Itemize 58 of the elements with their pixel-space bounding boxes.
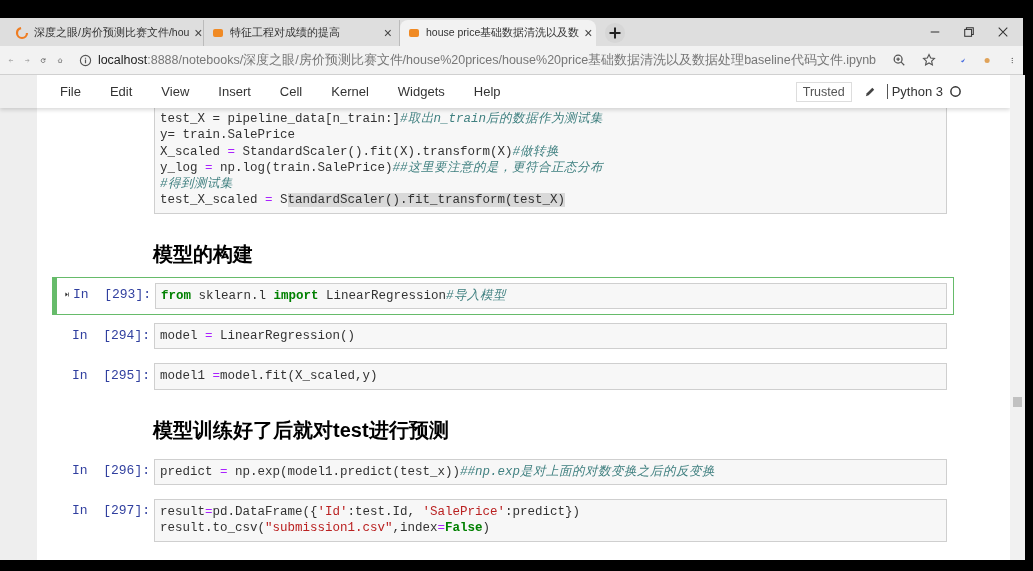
- code-line: test_X_scaled = StandardScaler().fit_transform(test_X): [160, 192, 567, 209]
- code-line: X_scaled = StandardScaler().fit(X).transform(X)#做转换: [160, 143, 561, 160]
- tab-title: 深度之眼/房价预测比赛文件/hou: [34, 26, 190, 40]
- code-line: model1 =model.fit(X_scaled,y): [160, 368, 379, 385]
- menu-item[interactable]: Help: [473, 84, 501, 99]
- code-input[interactable]: predict = np.exp(model1.predict(test_x))##np.exp是对上面的对数变换之后的反变换: [154, 458, 947, 485]
- zoom-icon[interactable]: [892, 53, 907, 67]
- code-input[interactable]: model = LinearRegression(): [154, 323, 947, 350]
- menu-item[interactable]: Widgets: [397, 84, 445, 99]
- menu-item[interactable]: View: [161, 84, 190, 99]
- input-prompt: In [293]:: [73, 287, 151, 303]
- loading-spinner-icon: [15, 26, 29, 40]
- code-cell[interactable]: In [297]: result=pd.DataFrame({'Id':test.Id, 'SalePrice':predict}) result.to_csv("submission1.csv",index=False): [52, 492, 954, 548]
- code-line: result.to_csv("submission1.csv",index=False): [160, 520, 492, 537]
- section-heading: 模型训练好了后就对test进行预测: [151, 417, 450, 443]
- code-line: result=pd.DataFrame({'Id':test.Id, 'SalePrice':predict}): [160, 503, 582, 521]
- input-prompt: In [297]:: [72, 503, 150, 519]
- star-icon[interactable]: [922, 53, 937, 67]
- section-heading: 模型的构建: [151, 241, 254, 267]
- info-icon: [78, 53, 92, 67]
- code-cell[interactable]: In [296]: predict = np.exp(model1.predict(test_x))##np.exp是对上面的对数变换之后的反变换: [52, 452, 954, 491]
- input-prompt: In [294]:: [72, 327, 150, 343]
- close-tab-icon[interactable]: ×: [584, 25, 593, 41]
- code-line: test_X = pipeline_data[n_train:]#取出n_train后的数据作为测试集: [160, 111, 605, 128]
- close-tab-icon[interactable]: ×: [194, 25, 203, 41]
- code-cell[interactable]: In [293]: from sklearn.l import LinearRegression#导入模型: [52, 276, 954, 316]
- code-cell[interactable]: In [294]: model = LinearRegression(): [52, 317, 954, 356]
- code-line: predict = np.exp(model1.predict(test_x))##np.exp是对上面的对数变换之后的反变换: [160, 463, 717, 480]
- code-line: from sklearn.l import LinearRegression#导入模型: [161, 287, 508, 305]
- menu-item[interactable]: Edit: [109, 84, 133, 99]
- code-line: y= train.SalePrice: [160, 127, 297, 144]
- code-line: y_log = np.log(train.SalePrice)##这里要注意的是，更符合正态分布: [160, 159, 605, 177]
- input-prompt: In [296]:: [72, 463, 150, 479]
- menu-item[interactable]: File: [60, 84, 81, 99]
- browser-tab[interactable]: house price基础数据清洗以及数 ×: [400, 20, 596, 46]
- scrollbar-thumb[interactable]: [1013, 397, 1022, 407]
- close-tab-icon[interactable]: ×: [383, 25, 392, 41]
- code-line: model = LinearRegression(): [160, 328, 357, 345]
- menu-item[interactable]: Insert: [218, 84, 251, 99]
- menu-item[interactable]: Kernel: [331, 84, 369, 99]
- kernel-name[interactable]: Python 3: [886, 84, 943, 99]
- restore-icon[interactable]: [963, 26, 975, 38]
- new-tab-icon[interactable]: [604, 22, 626, 44]
- tab-title: house price基础数据清洗以及数: [426, 26, 580, 40]
- code-line: #得到测试集: [160, 176, 234, 193]
- trusted-indicator[interactable]: Trusted: [795, 81, 852, 102]
- code-input[interactable]: result=pd.DataFrame({'Id':test.Id, 'SalePrice':predict}) result.to_csv("submission1.csv",index=False): [154, 498, 947, 542]
- code-input[interactable]: from sklearn.l import LinearRegression#导入模型: [155, 282, 947, 310]
- tab-title: 特征工程对成绩的提高: [230, 26, 341, 40]
- code-cell[interactable]: In [295]: model1 =model.fit(X_scaled,y): [52, 357, 954, 396]
- pencil-icon[interactable]: [863, 85, 877, 98]
- notebook-icon: [211, 26, 225, 40]
- code-input[interactable]: model1 =model.fit(X_scaled,y): [154, 363, 947, 390]
- notebook-icon: [407, 26, 421, 40]
- input-prompt: In [295]:: [72, 367, 150, 383]
- menu-item[interactable]: Cell: [279, 84, 303, 99]
- code-input[interactable]: [154, 108, 947, 214]
- close-icon[interactable]: [997, 26, 1009, 38]
